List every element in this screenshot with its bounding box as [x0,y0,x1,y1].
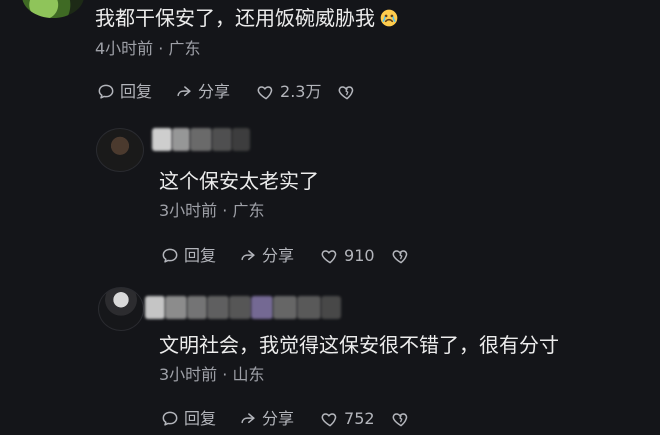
reply-two-text: 文明社会，我觉得这保安很不错了，很有分寸 [159,333,559,357]
top-comment-dislike-button[interactable] [337,82,357,102]
reply-one-meta: 3小时前 · 广东 [159,201,265,220]
top-comment-text-content: 我都干保安了，还用饭碗威胁我 [95,6,375,30]
comment-bubble-icon [160,246,180,266]
top-comment-meta: 4小时前 · 广东 [95,39,201,58]
reply-two-name-blur [297,296,321,319]
page-overlay [0,0,660,435]
share-icon [238,246,258,266]
top-comment-share-button[interactable]: 分享 [174,82,230,102]
reply-one-actions: 回复 分享 910 [160,246,411,266]
reply-two-reply-button[interactable]: 回复 [160,409,216,429]
top-comment-reply-button[interactable]: 回复 [96,82,152,102]
reply-one-name-blur [172,128,190,151]
top-comment-like-button[interactable]: 2.3万 [256,82,321,102]
reply-two-share-label: 分享 [262,409,295,428]
comment-bubble-icon [96,82,116,102]
top-comment-text: 我都干保安了，还用饭碗威胁我 [95,8,399,28]
share-icon [174,82,194,102]
heart-icon [320,246,340,266]
reply-two-name-blur [229,296,251,319]
heart-icon [256,82,276,102]
reply-one-like-count: 910 [344,246,375,265]
reply-two-reply-label: 回复 [184,409,217,428]
reply-two-share-button[interactable]: 分享 [238,409,294,429]
reply-one-dislike-button[interactable] [391,246,411,266]
comment-thread: 我都干保安了，还用饭碗威胁我 4小时前 · 广东 回复 分享 2.3万 这个保安… [0,0,660,435]
heart-icon [320,409,340,429]
reply-two-dislike-button[interactable] [391,409,411,429]
reply-two-like-count: 752 [344,409,375,428]
broken-heart-icon [391,246,411,266]
reply-two-actions: 回复 分享 752 [160,409,411,429]
reply-one-reply-label: 回复 [184,246,217,265]
comment-bubble-icon [160,409,180,429]
reply-one-reply-button[interactable]: 回复 [160,246,216,266]
reply-one-name-blur [190,128,212,151]
crying-face-icon [379,8,399,28]
broken-heart-icon [337,82,357,102]
reply-two-name-blur [187,296,207,319]
reply-two-name-blur [321,296,341,319]
reply-one-text: 这个保安太老实了 [159,169,319,193]
reply-one-share-button[interactable]: 分享 [238,246,294,266]
top-comment-share-label: 分享 [198,82,231,101]
reply-two-meta: 3小时前 · 山东 [159,365,265,384]
reply-two-name-blur [251,296,273,319]
reply-two-name-blur [273,296,297,319]
share-icon [238,409,258,429]
top-comment-actions: 回复 分享 2.3万 [96,82,357,102]
top-comment-avatar[interactable] [22,0,84,18]
reply-two-name-blur [165,296,187,319]
top-comment-like-count: 2.3万 [280,82,322,101]
reply-two-avatar[interactable] [98,287,144,331]
reply-two-name-blur [207,296,229,319]
reply-two-like-button[interactable]: 752 [320,409,375,429]
top-comment-reply-label: 回复 [120,82,153,101]
broken-heart-icon [391,409,411,429]
reply-one-like-button[interactable]: 910 [320,246,375,266]
reply-one-name-blur [212,128,232,151]
reply-one-name-blur [152,128,172,151]
reply-one-name-blur [232,128,250,151]
reply-one-avatar[interactable] [96,128,144,172]
reply-one-share-label: 分享 [262,246,295,265]
reply-two-name-blur [145,296,165,319]
